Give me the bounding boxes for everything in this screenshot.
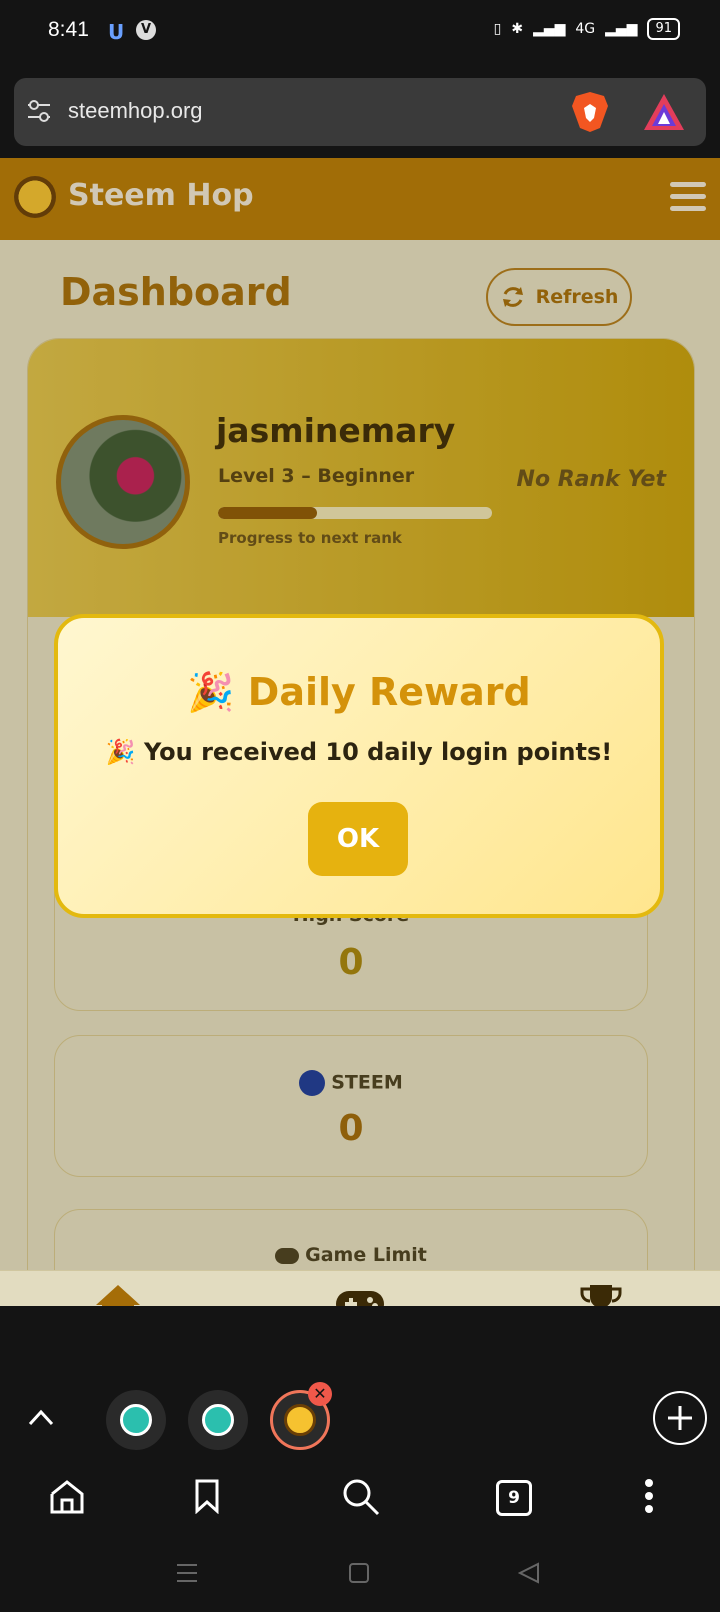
games-icon[interactable] [334, 1287, 386, 1306]
new-tab-icon[interactable] [652, 1390, 708, 1446]
url-text[interactable]: steemhop.org [68, 98, 203, 124]
search-icon[interactable] [342, 1478, 380, 1516]
dialog-title: 🎉 Daily Reward [187, 670, 531, 714]
status-icons: ▯ ✱ ▂▄▆ 4G ▂▄▆ 91 [494, 18, 680, 40]
app-notification-icon: V [136, 20, 156, 40]
signal-icon: ▂▄▆ [533, 21, 566, 37]
daily-reward-dialog: 🎉 Daily Reward 🎉 You received 10 daily l… [54, 614, 664, 918]
dialog-message: 🎉 You received 10 daily login points! [105, 738, 613, 766]
more-options-icon[interactable] [644, 1478, 654, 1514]
status-bar: 8:41 U V ▯ ✱ ▂▄▆ 4G ▂▄▆ 91 [0, 0, 720, 64]
brave-shields-icon[interactable] [570, 90, 610, 134]
back-icon[interactable] [518, 1562, 540, 1584]
status-time: 8:41 [48, 18, 89, 41]
vibrate-icon: ▯ [493, 21, 502, 37]
signal-icon-2: ▂▄▆ [605, 21, 638, 37]
tab-thumbnail-2[interactable] [188, 1390, 248, 1450]
close-tab-icon[interactable]: ✕ [308, 1382, 332, 1406]
notification-icon: U [108, 20, 125, 44]
browser-tab-strip: ✕ [0, 1374, 720, 1474]
bluetooth-icon: ✱ [511, 21, 524, 37]
home-browser-icon[interactable] [50, 1480, 84, 1514]
browser-nav: 9 [0, 1460, 720, 1540]
home-icon[interactable] [94, 1283, 142, 1306]
site-settings-icon[interactable] [26, 98, 52, 124]
ok-button[interactable]: OK [308, 802, 408, 876]
trophy-icon[interactable] [578, 1281, 624, 1306]
address-bar[interactable]: steemhop.org [14, 78, 706, 146]
site-bottom-nav [0, 1270, 720, 1306]
chevron-up-icon[interactable] [28, 1408, 54, 1426]
tab-count-button[interactable]: 9 [496, 1480, 532, 1516]
home-system-icon[interactable] [348, 1562, 370, 1584]
battery-indicator: 91 [647, 18, 680, 40]
system-nav [0, 1540, 720, 1612]
brave-rewards-icon[interactable] [642, 92, 686, 132]
bookmark-icon[interactable] [194, 1478, 220, 1514]
tab-thumbnail-1[interactable] [106, 1390, 166, 1450]
recent-apps-icon[interactable] [176, 1562, 198, 1584]
network-type: 4G [575, 21, 596, 37]
